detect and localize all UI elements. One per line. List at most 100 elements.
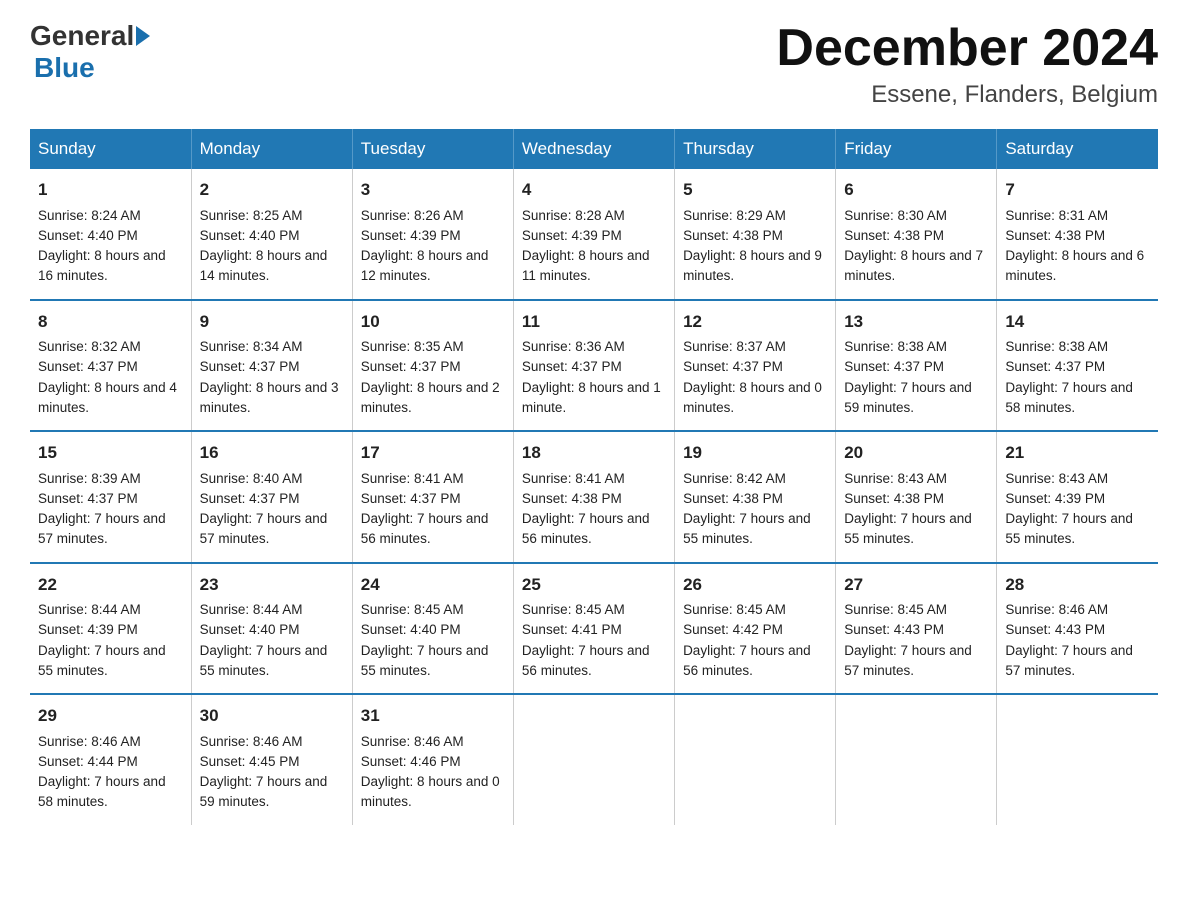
- daylight-text: Daylight: 7 hours and 55 minutes.: [683, 511, 811, 546]
- day-number: 12: [683, 309, 827, 335]
- logo: General Blue: [30, 20, 152, 84]
- daylight-text: Daylight: 8 hours and 0 minutes.: [361, 774, 500, 809]
- sunrise-text: Sunrise: 8:46 AM: [361, 734, 464, 749]
- sunset-text: Sunset: 4:38 PM: [1005, 228, 1105, 243]
- daylight-text: Daylight: 7 hours and 55 minutes.: [200, 643, 328, 678]
- day-number: 3: [361, 177, 505, 203]
- daylight-text: Daylight: 7 hours and 55 minutes.: [1005, 511, 1133, 546]
- calendar-cell: 4 Sunrise: 8:28 AM Sunset: 4:39 PM Dayli…: [513, 169, 674, 300]
- sunset-text: Sunset: 4:37 PM: [361, 491, 461, 506]
- calendar-cell: 18 Sunrise: 8:41 AM Sunset: 4:38 PM Dayl…: [513, 431, 674, 563]
- calendar-cell: 13 Sunrise: 8:38 AM Sunset: 4:37 PM Dayl…: [836, 300, 997, 432]
- calendar-table: Sunday Monday Tuesday Wednesday Thursday…: [30, 129, 1158, 825]
- sunset-text: Sunset: 4:37 PM: [38, 359, 138, 374]
- sunrise-text: Sunrise: 8:40 AM: [200, 471, 303, 486]
- sunrise-text: Sunrise: 8:39 AM: [38, 471, 141, 486]
- day-number: 19: [683, 440, 827, 466]
- day-number: 2: [200, 177, 344, 203]
- calendar-cell: [836, 694, 997, 825]
- sunrise-text: Sunrise: 8:29 AM: [683, 208, 786, 223]
- sunset-text: Sunset: 4:37 PM: [683, 359, 783, 374]
- sunset-text: Sunset: 4:43 PM: [1005, 622, 1105, 637]
- col-wednesday: Wednesday: [513, 129, 674, 169]
- daylight-text: Daylight: 7 hours and 56 minutes.: [361, 511, 489, 546]
- title-section: December 2024 Essene, Flanders, Belgium: [776, 20, 1158, 109]
- sunrise-text: Sunrise: 8:43 AM: [844, 471, 947, 486]
- daylight-text: Daylight: 8 hours and 14 minutes.: [200, 248, 328, 283]
- day-number: 21: [1005, 440, 1150, 466]
- day-number: 8: [38, 309, 183, 335]
- day-number: 22: [38, 572, 183, 598]
- sunset-text: Sunset: 4:40 PM: [38, 228, 138, 243]
- day-number: 10: [361, 309, 505, 335]
- calendar-cell: 1 Sunrise: 8:24 AM Sunset: 4:40 PM Dayli…: [30, 169, 191, 300]
- calendar-cell: [675, 694, 836, 825]
- day-number: 23: [200, 572, 344, 598]
- daylight-text: Daylight: 7 hours and 59 minutes.: [844, 380, 972, 415]
- day-number: 4: [522, 177, 666, 203]
- daylight-text: Daylight: 8 hours and 12 minutes.: [361, 248, 489, 283]
- sunset-text: Sunset: 4:43 PM: [844, 622, 944, 637]
- daylight-text: Daylight: 7 hours and 58 minutes.: [1005, 380, 1133, 415]
- calendar-cell: 29 Sunrise: 8:46 AM Sunset: 4:44 PM Dayl…: [30, 694, 191, 825]
- sunset-text: Sunset: 4:45 PM: [200, 754, 300, 769]
- sunrise-text: Sunrise: 8:24 AM: [38, 208, 141, 223]
- col-sunday: Sunday: [30, 129, 191, 169]
- calendar-cell: [513, 694, 674, 825]
- col-friday: Friday: [836, 129, 997, 169]
- col-monday: Monday: [191, 129, 352, 169]
- calendar-cell: 25 Sunrise: 8:45 AM Sunset: 4:41 PM Dayl…: [513, 563, 674, 695]
- sunrise-text: Sunrise: 8:34 AM: [200, 339, 303, 354]
- calendar-cell: 17 Sunrise: 8:41 AM Sunset: 4:37 PM Dayl…: [352, 431, 513, 563]
- header-row: Sunday Monday Tuesday Wednesday Thursday…: [30, 129, 1158, 169]
- daylight-text: Daylight: 7 hours and 56 minutes.: [683, 643, 811, 678]
- calendar-week-row: 29 Sunrise: 8:46 AM Sunset: 4:44 PM Dayl…: [30, 694, 1158, 825]
- calendar-cell: 16 Sunrise: 8:40 AM Sunset: 4:37 PM Dayl…: [191, 431, 352, 563]
- sunset-text: Sunset: 4:42 PM: [683, 622, 783, 637]
- day-number: 26: [683, 572, 827, 598]
- day-number: 17: [361, 440, 505, 466]
- sunset-text: Sunset: 4:39 PM: [522, 228, 622, 243]
- sunrise-text: Sunrise: 8:31 AM: [1005, 208, 1108, 223]
- day-number: 28: [1005, 572, 1150, 598]
- calendar-cell: 19 Sunrise: 8:42 AM Sunset: 4:38 PM Dayl…: [675, 431, 836, 563]
- day-number: 9: [200, 309, 344, 335]
- daylight-text: Daylight: 8 hours and 6 minutes.: [1005, 248, 1144, 283]
- sunrise-text: Sunrise: 8:36 AM: [522, 339, 625, 354]
- sunset-text: Sunset: 4:40 PM: [200, 228, 300, 243]
- day-number: 25: [522, 572, 666, 598]
- day-number: 6: [844, 177, 988, 203]
- sunset-text: Sunset: 4:39 PM: [1005, 491, 1105, 506]
- daylight-text: Daylight: 8 hours and 9 minutes.: [683, 248, 822, 283]
- sunrise-text: Sunrise: 8:44 AM: [200, 602, 303, 617]
- page-header: General Blue December 2024 Essene, Fland…: [30, 20, 1158, 109]
- sunset-text: Sunset: 4:40 PM: [361, 622, 461, 637]
- sunset-text: Sunset: 4:38 PM: [844, 491, 944, 506]
- daylight-text: Daylight: 8 hours and 4 minutes.: [38, 380, 177, 415]
- calendar-week-row: 22 Sunrise: 8:44 AM Sunset: 4:39 PM Dayl…: [30, 563, 1158, 695]
- calendar-cell: 21 Sunrise: 8:43 AM Sunset: 4:39 PM Dayl…: [997, 431, 1158, 563]
- calendar-cell: 3 Sunrise: 8:26 AM Sunset: 4:39 PM Dayli…: [352, 169, 513, 300]
- sunset-text: Sunset: 4:37 PM: [1005, 359, 1105, 374]
- sunrise-text: Sunrise: 8:38 AM: [1005, 339, 1108, 354]
- calendar-cell: 2 Sunrise: 8:25 AM Sunset: 4:40 PM Dayli…: [191, 169, 352, 300]
- day-number: 14: [1005, 309, 1150, 335]
- sunset-text: Sunset: 4:38 PM: [683, 228, 783, 243]
- calendar-cell: 31 Sunrise: 8:46 AM Sunset: 4:46 PM Dayl…: [352, 694, 513, 825]
- sunrise-text: Sunrise: 8:44 AM: [38, 602, 141, 617]
- col-thursday: Thursday: [675, 129, 836, 169]
- calendar-cell: 7 Sunrise: 8:31 AM Sunset: 4:38 PM Dayli…: [997, 169, 1158, 300]
- day-number: 29: [38, 703, 183, 729]
- sunrise-text: Sunrise: 8:46 AM: [1005, 602, 1108, 617]
- day-number: 7: [1005, 177, 1150, 203]
- logo-blue-text: Blue: [34, 52, 95, 83]
- calendar-week-row: 8 Sunrise: 8:32 AM Sunset: 4:37 PM Dayli…: [30, 300, 1158, 432]
- calendar-cell: 22 Sunrise: 8:44 AM Sunset: 4:39 PM Dayl…: [30, 563, 191, 695]
- sunset-text: Sunset: 4:37 PM: [200, 359, 300, 374]
- sunrise-text: Sunrise: 8:37 AM: [683, 339, 786, 354]
- calendar-cell: 28 Sunrise: 8:46 AM Sunset: 4:43 PM Dayl…: [997, 563, 1158, 695]
- calendar-cell: 24 Sunrise: 8:45 AM Sunset: 4:40 PM Dayl…: [352, 563, 513, 695]
- sunset-text: Sunset: 4:37 PM: [844, 359, 944, 374]
- sunset-text: Sunset: 4:37 PM: [200, 491, 300, 506]
- daylight-text: Daylight: 8 hours and 16 minutes.: [38, 248, 166, 283]
